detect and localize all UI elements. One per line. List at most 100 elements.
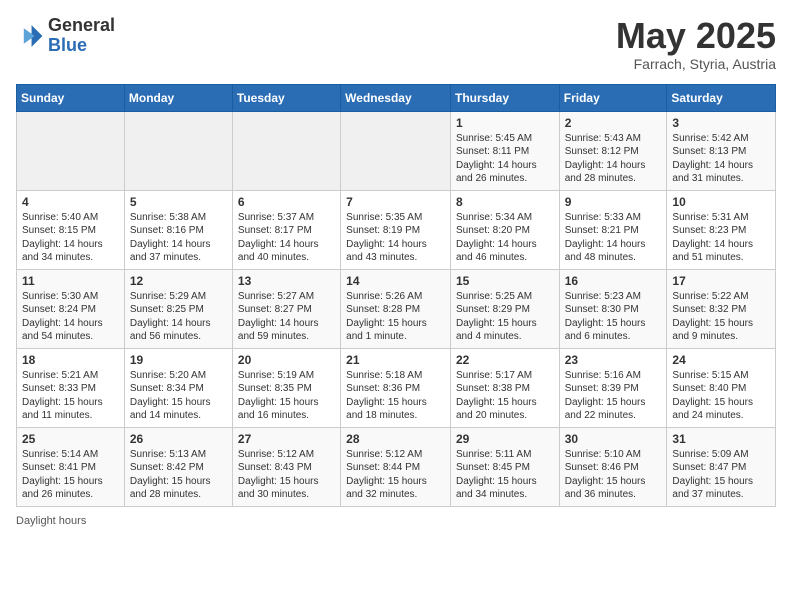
- calendar-table: SundayMondayTuesdayWednesdayThursdayFrid…: [16, 84, 776, 507]
- day-number: 27: [238, 432, 335, 446]
- calendar-header-row: SundayMondayTuesdayWednesdayThursdayFrid…: [17, 84, 776, 111]
- day-info: Sunrise: 5:19 AM Sunset: 8:35 PM Dayligh…: [238, 369, 335, 423]
- calendar-cell: 9 Sunrise: 5:33 AM Sunset: 8:21 PM Daylig…: [559, 190, 667, 269]
- calendar-cell: 14 Sunrise: 5:26 AM Sunset: 8:28 PM Dayli…: [341, 269, 451, 348]
- calendar-cell: 18Sunrise: 5:21 AM Sunset: 8:33 PM Dayli…: [17, 348, 125, 427]
- day-number: 30: [565, 432, 662, 446]
- day-number: 5: [130, 195, 227, 209]
- day-info: Sunrise: 5:25 AM Sunset: 8:29 PM Dayligh…: [456, 290, 554, 344]
- day-number: 8: [456, 195, 554, 209]
- calendar-cell: 25Sunrise: 5:14 AM Sunset: 8:41 PM Dayli…: [17, 427, 125, 506]
- day-info: Sunrise: 5:16 AM Sunset: 8:39 PM Dayligh…: [565, 369, 662, 423]
- day-info: Sunrise: 5:13 AM Sunset: 8:42 PM Dayligh…: [130, 448, 227, 502]
- calendar-cell: 31 Sunrise: 5:09 AM Sunset: 8:47 PM Dayli…: [667, 427, 776, 506]
- day-info: Sunrise: 5:37 AM Sunset: 8:17 PM Dayligh…: [238, 211, 335, 265]
- day-info: Sunrise: 5:43 AM Sunset: 8:12 PM Dayligh…: [565, 132, 662, 186]
- day-number: 10: [672, 195, 770, 209]
- day-info: Sunrise: 5:42 AM Sunset: 8:13 PM Dayligh…: [672, 132, 770, 186]
- calendar-cell: 26Sunrise: 5:13 AM Sunset: 8:42 PM Dayli…: [124, 427, 232, 506]
- day-number: 9: [565, 195, 662, 209]
- location-title: Farrach, Styria, Austria: [616, 56, 776, 72]
- day-info: Sunrise: 5:31 AM Sunset: 8:23 PM Dayligh…: [672, 211, 770, 265]
- day-number: 19: [130, 353, 227, 367]
- calendar-cell: 21 Sunrise: 5:18 AM Sunset: 8:36 PM Dayli…: [341, 348, 451, 427]
- day-number: 22: [456, 353, 554, 367]
- day-number: 6: [238, 195, 335, 209]
- calendar-week-4: 18Sunrise: 5:21 AM Sunset: 8:33 PM Dayli…: [17, 348, 776, 427]
- day-number: 20: [238, 353, 335, 367]
- calendar-cell: 22 Sunrise: 5:17 AM Sunset: 8:38 PM Dayli…: [450, 348, 559, 427]
- calendar-header-tuesday: Tuesday: [232, 84, 340, 111]
- calendar-week-2: 4Sunrise: 5:40 AM Sunset: 8:15 PM Daylig…: [17, 190, 776, 269]
- day-number: 3: [672, 116, 770, 130]
- calendar-cell: 7 Sunrise: 5:35 AM Sunset: 8:19 PM Daylig…: [341, 190, 451, 269]
- day-number: 12: [130, 274, 227, 288]
- day-number: 16: [565, 274, 662, 288]
- logo-text: General Blue: [48, 16, 115, 56]
- calendar-cell: 10 Sunrise: 5:31 AM Sunset: 8:23 PM Dayli…: [667, 190, 776, 269]
- day-info: Sunrise: 5:27 AM Sunset: 8:27 PM Dayligh…: [238, 290, 335, 344]
- day-number: 7: [346, 195, 445, 209]
- day-number: 14: [346, 274, 445, 288]
- day-info: Sunrise: 5:11 AM Sunset: 8:45 PM Dayligh…: [456, 448, 554, 502]
- day-info: Sunrise: 5:10 AM Sunset: 8:46 PM Dayligh…: [565, 448, 662, 502]
- day-info: Sunrise: 5:23 AM Sunset: 8:30 PM Dayligh…: [565, 290, 662, 344]
- logo-general: General: [48, 16, 115, 36]
- day-info: Sunrise: 5:12 AM Sunset: 8:43 PM Dayligh…: [238, 448, 335, 502]
- calendar-cell: 13 Sunrise: 5:27 AM Sunset: 8:27 PM Dayli…: [232, 269, 340, 348]
- day-number: 21: [346, 353, 445, 367]
- day-info: Sunrise: 5:20 AM Sunset: 8:34 PM Dayligh…: [130, 369, 227, 423]
- logo-icon: [16, 22, 44, 50]
- day-number: 1: [456, 116, 554, 130]
- calendar-cell: [17, 111, 125, 190]
- day-number: 28: [346, 432, 445, 446]
- calendar-cell: 30 Sunrise: 5:10 AM Sunset: 8:46 PM Dayli…: [559, 427, 667, 506]
- calendar-cell: 4Sunrise: 5:40 AM Sunset: 8:15 PM Daylig…: [17, 190, 125, 269]
- calendar-cell: 29 Sunrise: 5:11 AM Sunset: 8:45 PM Dayli…: [450, 427, 559, 506]
- calendar-week-3: 11 Sunrise: 5:30 AM Sunset: 8:24 PM Dayli…: [17, 269, 776, 348]
- day-info: Sunrise: 5:29 AM Sunset: 8:25 PM Dayligh…: [130, 290, 227, 344]
- calendar-cell: 27 Sunrise: 5:12 AM Sunset: 8:43 PM Dayli…: [232, 427, 340, 506]
- calendar-cell: 24Sunrise: 5:15 AM Sunset: 8:40 PM Dayli…: [667, 348, 776, 427]
- calendar-cell: 6 Sunrise: 5:37 AM Sunset: 8:17 PM Daylig…: [232, 190, 340, 269]
- calendar-header-wednesday: Wednesday: [341, 84, 451, 111]
- day-info: Sunrise: 5:35 AM Sunset: 8:19 PM Dayligh…: [346, 211, 445, 265]
- day-info: Sunrise: 5:33 AM Sunset: 8:21 PM Dayligh…: [565, 211, 662, 265]
- title-block: May 2025 Farrach, Styria, Austria: [616, 16, 776, 72]
- month-title: May 2025: [616, 16, 776, 56]
- logo-blue: Blue: [48, 36, 115, 56]
- calendar-header-saturday: Saturday: [667, 84, 776, 111]
- day-number: 4: [22, 195, 119, 209]
- calendar-header-thursday: Thursday: [450, 84, 559, 111]
- calendar-cell: 15 Sunrise: 5:25 AM Sunset: 8:29 PM Dayli…: [450, 269, 559, 348]
- day-info: Sunrise: 5:26 AM Sunset: 8:28 PM Dayligh…: [346, 290, 445, 344]
- day-info: Sunrise: 5:22 AM Sunset: 8:32 PM Dayligh…: [672, 290, 770, 344]
- day-number: 18: [22, 353, 119, 367]
- day-info: Sunrise: 5:45 AM Sunset: 8:11 PM Dayligh…: [456, 132, 554, 186]
- page-header: General Blue May 2025 Farrach, Styria, A…: [16, 16, 776, 72]
- day-number: 29: [456, 432, 554, 446]
- calendar-cell: 11 Sunrise: 5:30 AM Sunset: 8:24 PM Dayli…: [17, 269, 125, 348]
- calendar-cell: 5Sunrise: 5:38 AM Sunset: 8:16 PM Daylig…: [124, 190, 232, 269]
- calendar-header-sunday: Sunday: [17, 84, 125, 111]
- calendar-cell: 16 Sunrise: 5:23 AM Sunset: 8:30 PM Dayli…: [559, 269, 667, 348]
- calendar-cell: 23 Sunrise: 5:16 AM Sunset: 8:39 PM Dayli…: [559, 348, 667, 427]
- calendar-week-5: 25Sunrise: 5:14 AM Sunset: 8:41 PM Dayli…: [17, 427, 776, 506]
- calendar-cell: 8Sunrise: 5:34 AM Sunset: 8:20 PM Daylig…: [450, 190, 559, 269]
- day-number: 31: [672, 432, 770, 446]
- day-info: Sunrise: 5:09 AM Sunset: 8:47 PM Dayligh…: [672, 448, 770, 502]
- calendar-header-friday: Friday: [559, 84, 667, 111]
- day-number: 13: [238, 274, 335, 288]
- calendar-header-monday: Monday: [124, 84, 232, 111]
- day-number: 11: [22, 274, 119, 288]
- day-number: 23: [565, 353, 662, 367]
- logo: General Blue: [16, 16, 115, 56]
- day-info: Sunrise: 5:18 AM Sunset: 8:36 PM Dayligh…: [346, 369, 445, 423]
- day-info: Sunrise: 5:17 AM Sunset: 8:38 PM Dayligh…: [456, 369, 554, 423]
- calendar-cell: [124, 111, 232, 190]
- day-number: 17: [672, 274, 770, 288]
- day-number: 25: [22, 432, 119, 446]
- day-number: 15: [456, 274, 554, 288]
- day-info: Sunrise: 5:30 AM Sunset: 8:24 PM Dayligh…: [22, 290, 119, 344]
- calendar-cell: [232, 111, 340, 190]
